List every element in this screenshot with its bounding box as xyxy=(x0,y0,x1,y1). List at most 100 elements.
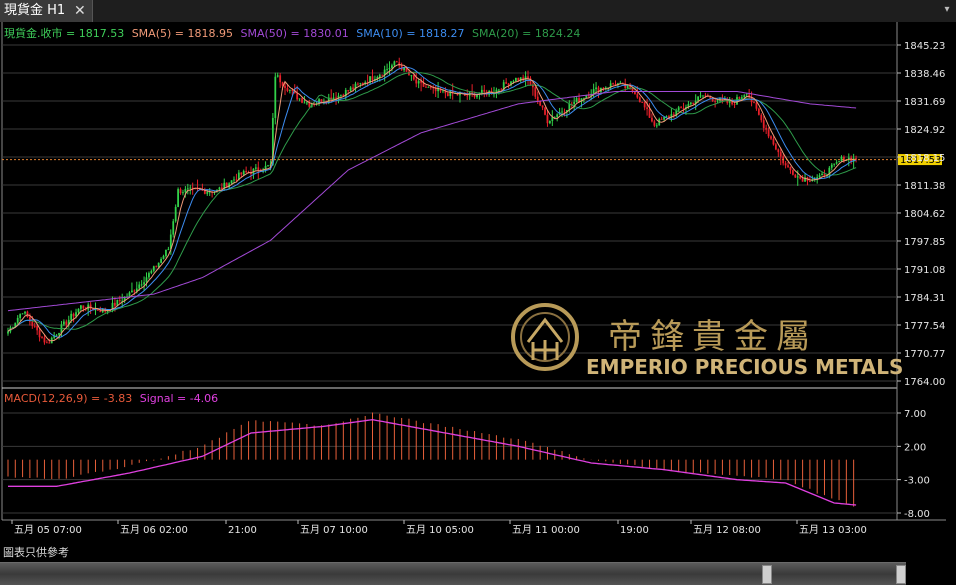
chart-tab-title: 現貨金 H1 xyxy=(4,3,66,18)
candle-body xyxy=(738,97,741,99)
candle-body xyxy=(546,114,549,124)
candle-body xyxy=(728,100,731,103)
time-tick-label: 19:00 xyxy=(620,525,649,536)
candle-body xyxy=(638,97,641,103)
candle-body xyxy=(682,108,685,109)
horizontal-scrollbar[interactable] xyxy=(0,562,906,585)
time-tick-label: 五月 10 05:00 xyxy=(406,524,474,536)
candle-body xyxy=(789,166,792,171)
candle-body xyxy=(563,111,566,113)
candle-body xyxy=(182,192,184,194)
candle-body xyxy=(497,89,500,91)
price-tick-label: 1804.62 xyxy=(904,209,945,220)
candle-body xyxy=(21,313,24,315)
time-tick-label: 五月 13 03:00 xyxy=(799,524,867,536)
candle-body xyxy=(16,317,19,323)
candle-body xyxy=(733,104,736,106)
candle-body xyxy=(575,98,578,102)
candle-body xyxy=(767,129,770,137)
candle-body xyxy=(663,117,665,120)
candle-body xyxy=(82,305,85,309)
close-icon[interactable]: ✕ xyxy=(74,0,86,22)
candle-body xyxy=(641,102,644,103)
candle-body xyxy=(274,76,277,118)
price-tick-label: 1764.00 xyxy=(904,377,945,388)
candle-body xyxy=(697,96,700,101)
candle-body xyxy=(36,326,39,331)
candle-body xyxy=(391,65,393,68)
candle-body xyxy=(357,83,359,85)
price-tick-label: 1791.08 xyxy=(904,265,945,276)
candle-body xyxy=(395,61,398,63)
price-tick-label: 1831.69 xyxy=(904,97,945,108)
candle-body xyxy=(714,101,717,102)
candle-body xyxy=(556,114,559,118)
candle-body xyxy=(655,125,658,127)
candle-body xyxy=(145,277,148,283)
candle-body xyxy=(796,176,799,178)
candle-body xyxy=(412,75,415,80)
candle-body xyxy=(152,266,155,271)
candle-body xyxy=(291,90,294,91)
watermark-english-name: EMPERIO PRECIOUS METALS xyxy=(586,355,903,379)
candle-body xyxy=(7,331,9,334)
candle-body xyxy=(240,172,243,175)
price-chart[interactable]: 帝鋒貴金屬 EMPERIO PRECIOUS METALS 1817.53 18… xyxy=(0,22,946,542)
candle-body xyxy=(809,180,811,182)
candle-body xyxy=(740,97,743,99)
time-tick-label: 五月 05 07:00 xyxy=(14,524,82,536)
candle-body xyxy=(155,266,158,268)
candle-body xyxy=(128,292,131,297)
price-tick-label: 1811.38 xyxy=(904,181,945,192)
candle-body xyxy=(162,255,165,260)
candle-body xyxy=(833,163,836,165)
candle-body xyxy=(573,101,576,105)
tab-scroll-down-icon[interactable]: ▾ xyxy=(942,2,952,18)
candle-body xyxy=(762,120,765,128)
candle-body xyxy=(174,206,177,222)
candle-body xyxy=(544,107,546,115)
candle-body xyxy=(548,120,551,124)
candle-body xyxy=(11,327,14,328)
price-tick-label: 1784.31 xyxy=(904,293,945,304)
scrollbar-end-handle[interactable] xyxy=(896,565,906,584)
candle-body xyxy=(505,82,508,84)
candle-body xyxy=(417,81,420,84)
candle-body xyxy=(449,90,452,96)
candle-body xyxy=(233,179,235,181)
candle-body xyxy=(245,171,248,173)
candle-body xyxy=(648,109,651,118)
candle-body xyxy=(483,89,486,92)
chart-tab[interactable]: 現貨金 H1 ✕ xyxy=(0,0,93,22)
candle-body xyxy=(298,98,301,100)
candle-body xyxy=(527,76,529,79)
candle-body xyxy=(24,311,26,314)
candle-body xyxy=(646,107,648,110)
candle-body xyxy=(160,259,162,263)
scrollbar-thumb[interactable] xyxy=(762,565,772,584)
candle-body xyxy=(838,161,840,163)
candle-body xyxy=(114,302,116,306)
price-tick-label: 1770.77 xyxy=(904,349,945,360)
candle-body xyxy=(296,93,299,100)
candle-body xyxy=(165,249,167,256)
price-tick-label: 1777.54 xyxy=(904,321,945,332)
candle-body xyxy=(388,67,391,70)
candle-body xyxy=(830,164,833,168)
candle-body xyxy=(172,221,175,235)
macd-tick-label: 2.00 xyxy=(904,442,926,453)
time-tick-label: 五月 06 02:00 xyxy=(120,524,188,536)
candle-body xyxy=(65,321,68,325)
candle-body xyxy=(58,332,60,335)
candle-body xyxy=(536,96,539,101)
candle-body xyxy=(699,95,702,97)
candle-body xyxy=(378,74,381,77)
candle-body xyxy=(267,165,269,167)
candle-body xyxy=(157,262,160,268)
legend-sma10: SMA(10) = 1818.27 xyxy=(356,27,464,40)
candle-body xyxy=(131,290,133,293)
disclaimer-note: 圖表只供參考 xyxy=(3,546,69,559)
candle-body xyxy=(770,136,772,139)
candle-body xyxy=(561,111,563,113)
candle-body xyxy=(514,77,517,82)
